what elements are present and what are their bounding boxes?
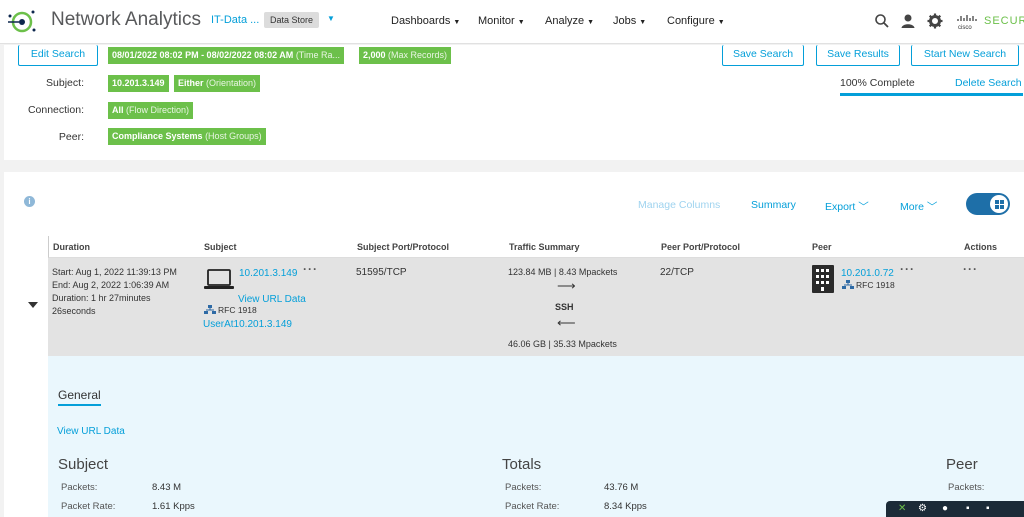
chevron-down-icon: ﹀ [926,201,938,213]
view-toggle[interactable] [966,193,1010,215]
flow-end: End: Aug 2, 2022 1:06:39 AM [52,280,170,290]
expand-row-icon[interactable] [28,302,38,308]
col-actions: Actions [964,242,998,252]
grid-view-icon [990,195,1008,213]
arrow-right-icon: ⟶ [557,278,576,293]
subject-section-title: Subject [58,456,109,473]
svg-text:cisco: cisco [958,25,972,31]
peer-section-title: Peer [946,456,978,473]
totals-packet-rate-label: Packet Rate: [505,501,560,512]
network-icon [842,280,854,289]
traffic-in: 46.06 GB | 35.33 Mpackets [508,339,617,349]
network-analytics-logo-icon [8,10,36,33]
subject-packets-value: 8.43 M [152,482,182,493]
bell-icon[interactable]: ● [942,503,948,514]
close-x-icon[interactable]: ✕ [898,503,906,514]
manage-columns-link[interactable]: Manage Columns [638,199,720,211]
row-actions-icon[interactable]: ··· [963,263,978,276]
subject-port-cell: 51595/TCP [356,267,407,278]
results-panel: i Manage Columns Summary Export ﹀ More ﹀… [4,172,1024,517]
info-icon[interactable]: i [24,196,35,207]
tenant-selector[interactable]: IT-Data ... [211,14,259,26]
time-range-chip[interactable]: 08/01/2022 08:02 PM - 08/02/2022 08:02 A… [108,47,344,64]
peer-rfc: RFC 1918 [856,280,895,290]
progress-bar [840,93,1023,96]
floating-dock: ✕ ⚙ ● ▪ ▪ [886,501,1024,517]
subject-ip-chip[interactable]: 10.201.3.149 [108,75,169,92]
progress-fill [840,93,1023,96]
subject-user-link[interactable]: UserAt10.201.3.149 [203,318,292,331]
flow-detail-panel: General View URL Data Subject Packets: 8… [48,356,1024,517]
nav-jobs[interactable]: Jobs ▼ [613,15,646,27]
col-traffic-summary[interactable]: Traffic Summary [509,242,580,252]
gear-icon[interactable]: ⚙ [918,503,927,514]
cisco-bars-icon: cisco [957,15,977,31]
connection-label: Connection: [27,104,84,116]
totals-section-title: Totals [502,456,542,473]
app-title: Network Analytics [51,9,201,30]
peer-port-cell: 22/TCP [660,267,694,278]
laptop-icon [204,269,234,289]
user-icon[interactable] [899,12,917,30]
col-subject-port[interactable]: Subject Port/Protocol [357,242,449,252]
flow-start: Start: Aug 1, 2022 11:39:13 PM [52,267,177,277]
chevron-down-icon: ﹀ [858,201,869,213]
totals-packets-value: 43.76 M [604,482,639,493]
top-bar: Network Analytics IT-Data ... Data Store… [0,0,1024,44]
tab-general[interactable]: General [58,388,101,406]
progress-text: 100% Complete [840,77,915,89]
table-row[interactable]: Start: Aug 1, 2022 11:39:13 PM End: Aug … [48,258,1024,356]
summary-link[interactable]: Summary [751,199,796,211]
brand-text: SECUR [984,15,1024,27]
col-peer-port[interactable]: Peer Port/Protocol [661,242,740,252]
search-query-panel: Edit Search 08/01/2022 08:02 PM - 08/02/… [4,45,1024,160]
subject-packets-label: Packets: [61,482,98,493]
totals-packets-label: Packets: [505,482,542,493]
orientation-chip[interactable]: Either (Orientation) [174,75,261,92]
table-header: Duration Subject Subject Port/Protocol T… [48,236,1024,258]
caret-down-icon[interactable]: ▼ [327,14,335,23]
datastore-badge[interactable]: Data Store [264,12,320,28]
flow-direction-chip[interactable]: All (Flow Direction) [108,102,194,119]
arrow-left-icon: ⟵ [557,315,576,330]
peer-label: Peer: [58,131,84,143]
save-search-button[interactable]: Save Search [722,45,804,66]
flow-duration: Duration: 1 hr 27minutes [52,293,151,303]
network-icon [204,305,216,314]
start-new-search-button[interactable]: Start New Search [911,45,1019,66]
server-icon [812,265,834,293]
save-results-button[interactable]: Save Results [816,45,900,66]
peer-more-icon[interactable]: ··· [900,263,915,276]
cisco-logo: cisco SECUR [956,12,1024,32]
max-records-chip[interactable]: 2,000 (Max Records) [359,47,452,64]
delete-search-link[interactable]: Delete Search [955,77,1022,89]
nav-dashboards[interactable]: Dashboards ▼ [391,15,460,27]
grid-icon[interactable]: ▪ [966,503,970,514]
subject-packet-rate-value: 1.61 Kpps [152,501,195,512]
col-duration[interactable]: Duration [53,242,90,252]
peer-packets-label: Packets: [948,482,985,493]
nav-monitor[interactable]: Monitor ▼ [478,15,525,27]
detail-view-url-link[interactable]: View URL Data [57,426,125,437]
subject-packet-rate-label: Packet Rate: [61,501,116,512]
export-menu[interactable]: Export ﹀ [825,199,869,214]
subject-ip-link[interactable]: 10.201.3.149 [239,267,297,280]
more-menu[interactable]: More ﹀ [900,199,937,214]
col-subject[interactable]: Subject [204,242,237,252]
application-name: SSH [555,302,574,312]
grid-icon[interactable]: ▪ [986,503,990,514]
nav-configure[interactable]: Configure ▼ [667,15,725,27]
host-group-chip[interactable]: Compliance Systems (Host Groups) [108,128,266,145]
subject-more-icon[interactable]: ··· [303,263,318,276]
edit-search-button[interactable]: Edit Search [18,45,98,66]
gear-icon[interactable] [926,12,944,30]
totals-packet-rate-value: 8.34 Kpps [604,501,647,512]
search-icon[interactable] [873,12,891,30]
subject-rfc: RFC 1918 [218,305,257,315]
subject-label: Subject: [46,77,84,89]
nav-analyze[interactable]: Analyze ▼ [545,15,594,27]
duration-cell: Start: Aug 1, 2022 11:39:13 PM End: Aug … [52,266,177,318]
flow-duration-seconds: 26seconds [52,306,96,316]
col-peer[interactable]: Peer [812,242,832,252]
